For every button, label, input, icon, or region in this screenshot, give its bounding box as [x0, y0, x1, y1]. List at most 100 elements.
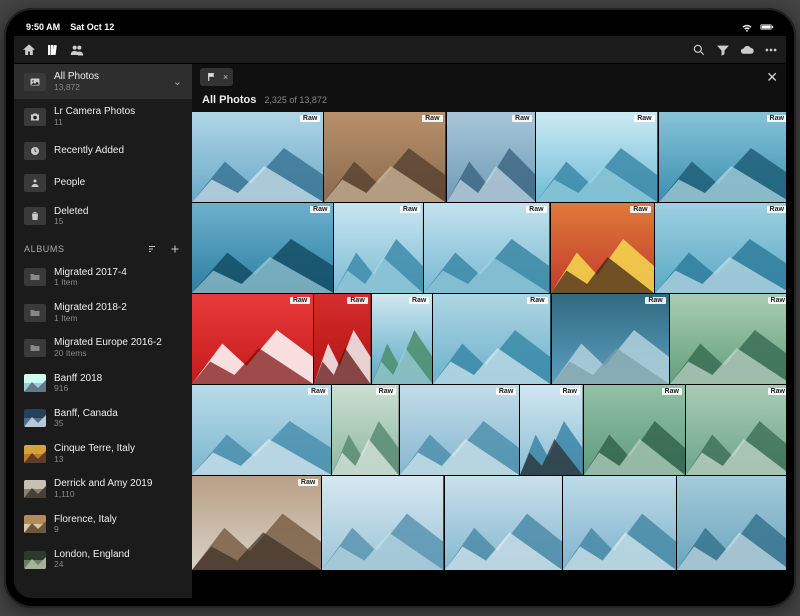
search-icon[interactable]: [692, 43, 706, 57]
trash-icon: [24, 207, 46, 225]
album-count: 24: [54, 560, 130, 570]
photo-tile[interactable]: [445, 476, 562, 570]
grid-title-bar: All Photos 2,325 of 13,872: [192, 90, 786, 112]
sidebar: All Photos13,872⌄Lr Camera Photos11Recen…: [14, 64, 192, 598]
statusbar-left: 9:50 AM Sat Oct 12: [26, 22, 114, 32]
add-icon[interactable]: [168, 242, 182, 256]
album-count: 13: [54, 455, 135, 465]
sidebar-item-lr-camera-photos[interactable]: Lr Camera Photos11: [14, 99, 192, 134]
photo-tile[interactable]: Raw: [433, 294, 550, 384]
grid-title: All Photos: [202, 94, 256, 106]
raw-badge: Raw: [630, 206, 650, 213]
photo-tile[interactable]: Raw: [424, 203, 549, 293]
album-item[interactable]: Derrick and Amy 20191,110: [14, 471, 192, 506]
filter-chip-flag[interactable]: ×: [200, 68, 233, 86]
photo-tile[interactable]: Raw: [659, 112, 786, 202]
sidebar-item-deleted[interactable]: Deleted15: [14, 199, 192, 234]
chevron-down-icon: ⌄: [173, 75, 182, 88]
raw-badge: Raw: [409, 297, 429, 304]
album-item[interactable]: London, England24: [14, 542, 192, 577]
photo-tile[interactable]: Raw: [686, 385, 786, 475]
photo-tile[interactable]: Raw: [536, 112, 657, 202]
sort-icon[interactable]: [146, 242, 160, 256]
person-icon: [24, 174, 46, 192]
home-icon[interactable]: [22, 43, 36, 57]
statusbar-right: [740, 20, 774, 34]
cloud-icon[interactable]: [740, 43, 754, 57]
raw-badge: Raw: [527, 297, 547, 304]
photo-tile[interactable]: Raw: [372, 294, 433, 384]
folder-icon: [24, 339, 46, 357]
album-item[interactable]: Cinque Terre, Italy13: [14, 436, 192, 471]
photo-tile[interactable]: Raw: [192, 385, 331, 475]
album-thumb: [24, 551, 46, 569]
photo-tile[interactable]: Raw: [324, 112, 445, 202]
album-item[interactable]: Migrated 2018-21 Item: [14, 295, 192, 330]
shared-icon[interactable]: [70, 43, 84, 57]
filter-chip-close[interactable]: ×: [223, 72, 228, 82]
album-count: 1 Item: [54, 278, 127, 288]
library-icon[interactable]: [46, 43, 60, 57]
raw-badge: Raw: [308, 388, 328, 395]
topbar: [14, 36, 786, 64]
raw-badge: Raw: [768, 388, 786, 395]
album-item[interactable]: Migrated Europe 2016-220 Items: [14, 330, 192, 365]
raw-badge: Raw: [347, 297, 367, 304]
photo-tile[interactable]: [677, 476, 786, 570]
photo-tile[interactable]: Raw: [447, 112, 536, 202]
statusbar: 9:50 AM Sat Oct 12: [14, 18, 786, 36]
grid-count: 2,325 of 13,872: [264, 95, 327, 105]
album-item[interactable]: Banff 2018916: [14, 366, 192, 401]
photo-tile[interactable]: Raw: [192, 476, 321, 570]
photo-tile[interactable]: Raw: [332, 385, 399, 475]
sidebar-item-label: All Photos: [54, 71, 99, 83]
photo-tile[interactable]: Raw: [192, 112, 323, 202]
raw-badge: Raw: [298, 479, 318, 486]
grid-row: RawRawRawRawRawRaw: [192, 385, 786, 475]
camera-icon: [24, 108, 46, 126]
photo-tile[interactable]: Raw: [670, 294, 786, 384]
photo-grid: RawRawRawRawRawRawRawRawRawRawRawRawRawR…: [192, 112, 786, 598]
photo-tile[interactable]: Raw: [400, 385, 519, 475]
album-label: Migrated 2018-2: [54, 302, 127, 314]
raw-badge: Raw: [767, 206, 786, 213]
battery-icon: [760, 20, 774, 34]
photo-tile[interactable]: Raw: [192, 294, 313, 384]
grid-row: RawRawRawRawRawRaw: [192, 294, 786, 384]
photo-tile[interactable]: Raw: [551, 203, 654, 293]
album-thumb: [24, 515, 46, 533]
photo-tile[interactable]: Raw: [584, 385, 685, 475]
filter-icon[interactable]: [716, 43, 730, 57]
photo-tile[interactable]: Raw: [314, 294, 371, 384]
albums-label: ALBUMS: [24, 244, 65, 254]
photo-tile[interactable]: Raw: [655, 203, 786, 293]
album-count: 20 Items: [54, 349, 162, 359]
flag-icon: [205, 70, 219, 84]
album-item[interactable]: Florence, Italy9: [14, 507, 192, 542]
raw-badge: Raw: [512, 115, 532, 122]
sidebar-item-label: People: [54, 177, 85, 189]
main: × ✕ All Photos 2,325 of 13,872 RawRawRaw…: [192, 64, 786, 598]
photo-tile[interactable]: Raw: [520, 385, 583, 475]
ipad-frame: 9:50 AM Sat Oct 12: [4, 8, 796, 608]
sidebar-item-count: 15: [54, 217, 88, 227]
photo-tile[interactable]: [563, 476, 676, 570]
album-item[interactable]: Migrated 2017-41 Item: [14, 260, 192, 295]
sidebar-item-people[interactable]: People: [14, 167, 192, 199]
sidebar-item-all-photos[interactable]: All Photos13,872⌄: [14, 64, 192, 99]
more-icon[interactable]: [764, 43, 778, 57]
photo-tile[interactable]: Raw: [552, 294, 669, 384]
album-thumb: [24, 374, 46, 392]
album-item[interactable]: Banff, Canada35: [14, 401, 192, 436]
grid-row: RawRawRawRawRaw: [192, 203, 786, 293]
photo-tile[interactable]: [322, 476, 443, 570]
album-label: Florence, Italy: [54, 514, 117, 526]
photo-tile[interactable]: Raw: [334, 203, 423, 293]
photo-tile[interactable]: Raw: [192, 203, 333, 293]
close-filters-icon[interactable]: ✕: [766, 69, 778, 86]
status-date: Sat Oct 12: [70, 22, 114, 32]
album-count: 916: [54, 384, 102, 394]
sidebar-item-label: Lr Camera Photos: [54, 106, 135, 118]
album-count: 35: [54, 419, 118, 429]
sidebar-item-recently-added[interactable]: Recently Added: [14, 135, 192, 167]
